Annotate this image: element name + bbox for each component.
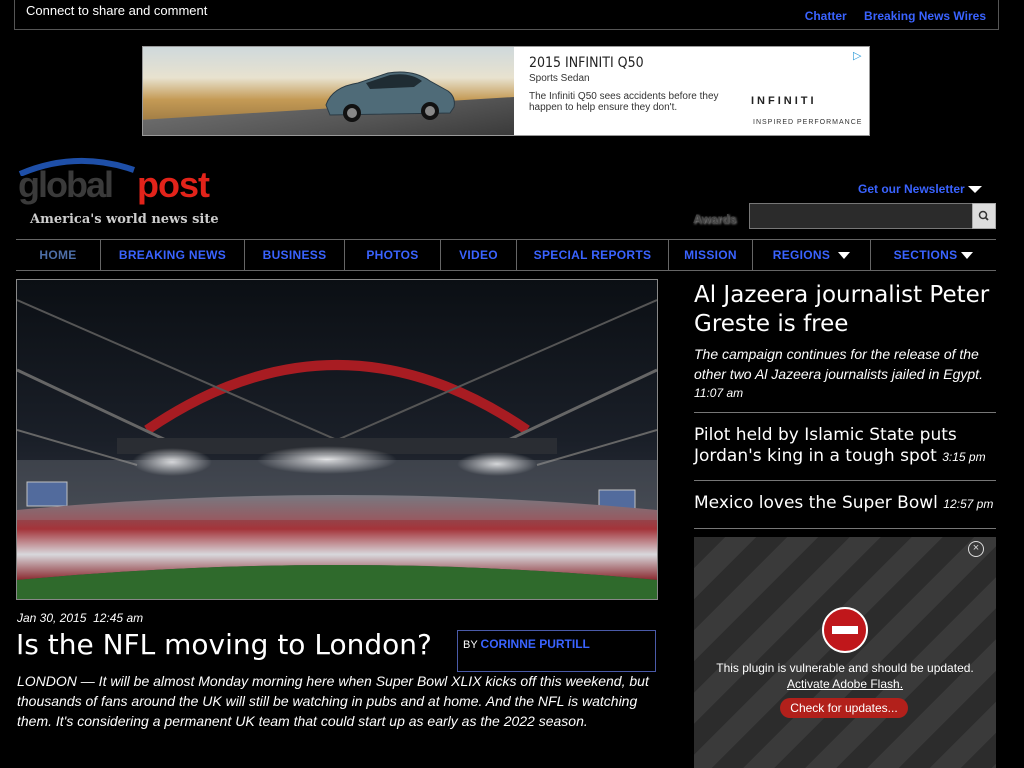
nav-special-reports[interactable]: SPECIAL REPORTS — [516, 240, 668, 270]
nav-sections[interactable]: SECTIONS — [870, 240, 996, 270]
story1-time: 11:07 am — [694, 386, 744, 400]
article-lede: LONDON — It will be almost Monday mornin… — [17, 673, 649, 729]
awards-link[interactable]: Awards — [693, 212, 736, 226]
nav-business[interactable]: BUSINESS — [244, 240, 344, 270]
story3-time: 12:57 pm — [943, 497, 994, 511]
chatter-link[interactable]: Chatter — [805, 9, 847, 23]
ad-description: The Infiniti Q50 sees accidents before t… — [529, 91, 719, 113]
connect-link[interactable]: Connect to share and comment — [26, 3, 207, 18]
story1-description: The campaign continues for the release o… — [694, 346, 983, 382]
ad-title: 2015 INFINITI Q50 — [529, 55, 644, 71]
main-nav: HOME BREAKING NEWS BUSINESS PHOTOS VIDEO… — [16, 239, 996, 271]
nav-home[interactable]: HOME — [16, 240, 100, 270]
story3-title: Mexico loves the Super Bowl — [694, 493, 938, 513]
ad-subtitle: Sports Sedan — [529, 73, 590, 84]
story3-headline[interactable]: Mexico loves the Super Bowl 12:57 pm — [694, 493, 996, 515]
breaking-news-wires-link[interactable]: Breaking News Wires — [864, 9, 986, 23]
blocked-plugin[interactable]: × This plugin is vulnerable and should b… — [694, 537, 996, 768]
chevron-down-icon — [961, 252, 974, 260]
story2-title: Pilot held by Islamic State puts Jordan'… — [694, 425, 957, 466]
search-icon — [978, 210, 989, 221]
ad-choices-icon[interactable]: ▷ — [853, 49, 865, 62]
byline-box: BY CORINNE PURTILL — [457, 630, 656, 672]
check-updates-button[interactable]: Check for updates... — [780, 698, 908, 718]
divider — [694, 528, 996, 529]
nav-regions-label: REGIONS — [772, 248, 831, 262]
hero-image[interactable] — [16, 279, 658, 600]
search-button[interactable] — [972, 203, 996, 229]
byline-prefix: BY — [463, 639, 478, 651]
nav-breaking-news[interactable]: BREAKING NEWS — [100, 240, 244, 270]
stadium-image — [17, 280, 657, 599]
nav-mission[interactable]: MISSION — [668, 240, 752, 270]
article-date: Jan 30, 2015 — [17, 611, 87, 625]
search-input[interactable] — [749, 203, 973, 229]
newsletter-link[interactable]: Get our Newsletter — [858, 182, 965, 196]
nav-video[interactable]: VIDEO — [440, 240, 516, 270]
story1-headline[interactable]: Al Jazeera journalist Peter Greste is fr… — [694, 281, 994, 339]
ad-brand-tagline: INSPIRED PERFORMANCE — [753, 119, 863, 126]
logo-post[interactable]: post — [137, 164, 210, 206]
story2-headline[interactable]: Pilot held by Islamic State puts Jordan'… — [694, 425, 996, 468]
nav-regions[interactable]: REGIONS — [752, 240, 870, 270]
blocked-icon — [822, 607, 868, 653]
article-headline[interactable]: Is the NFL moving to London? — [16, 628, 432, 661]
activate-flash-link[interactable]: Activate Adobe Flash. — [694, 677, 996, 691]
tagline: America's world news site — [30, 212, 219, 227]
divider — [694, 480, 996, 481]
author-link[interactable]: CORINNE PURTILL — [481, 637, 590, 651]
nav-photos[interactable]: PHOTOS — [344, 240, 440, 270]
ad-banner[interactable]: 2015 INFINITI Q50 Sports Sedan The Infin… — [142, 46, 870, 136]
divider — [694, 412, 996, 413]
article-time: 12:45 am — [93, 611, 144, 625]
close-icon[interactable]: × — [968, 541, 984, 557]
nav-sections-label: SECTIONS — [893, 248, 958, 262]
ad-brand: INFINITI — [751, 95, 817, 107]
car-image — [325, 71, 455, 122]
chevron-down-icon[interactable] — [968, 186, 982, 193]
plugin-message: This plugin is vulnerable and should be … — [716, 661, 974, 675]
top-links: Chatter Breaking News Wires — [791, 9, 986, 23]
logo-global[interactable]: global — [18, 164, 114, 206]
chevron-down-icon — [838, 252, 851, 260]
dateline: Jan 30, 2015 12:45 am — [17, 611, 143, 625]
story2-time: 3:15 pm — [942, 450, 986, 464]
